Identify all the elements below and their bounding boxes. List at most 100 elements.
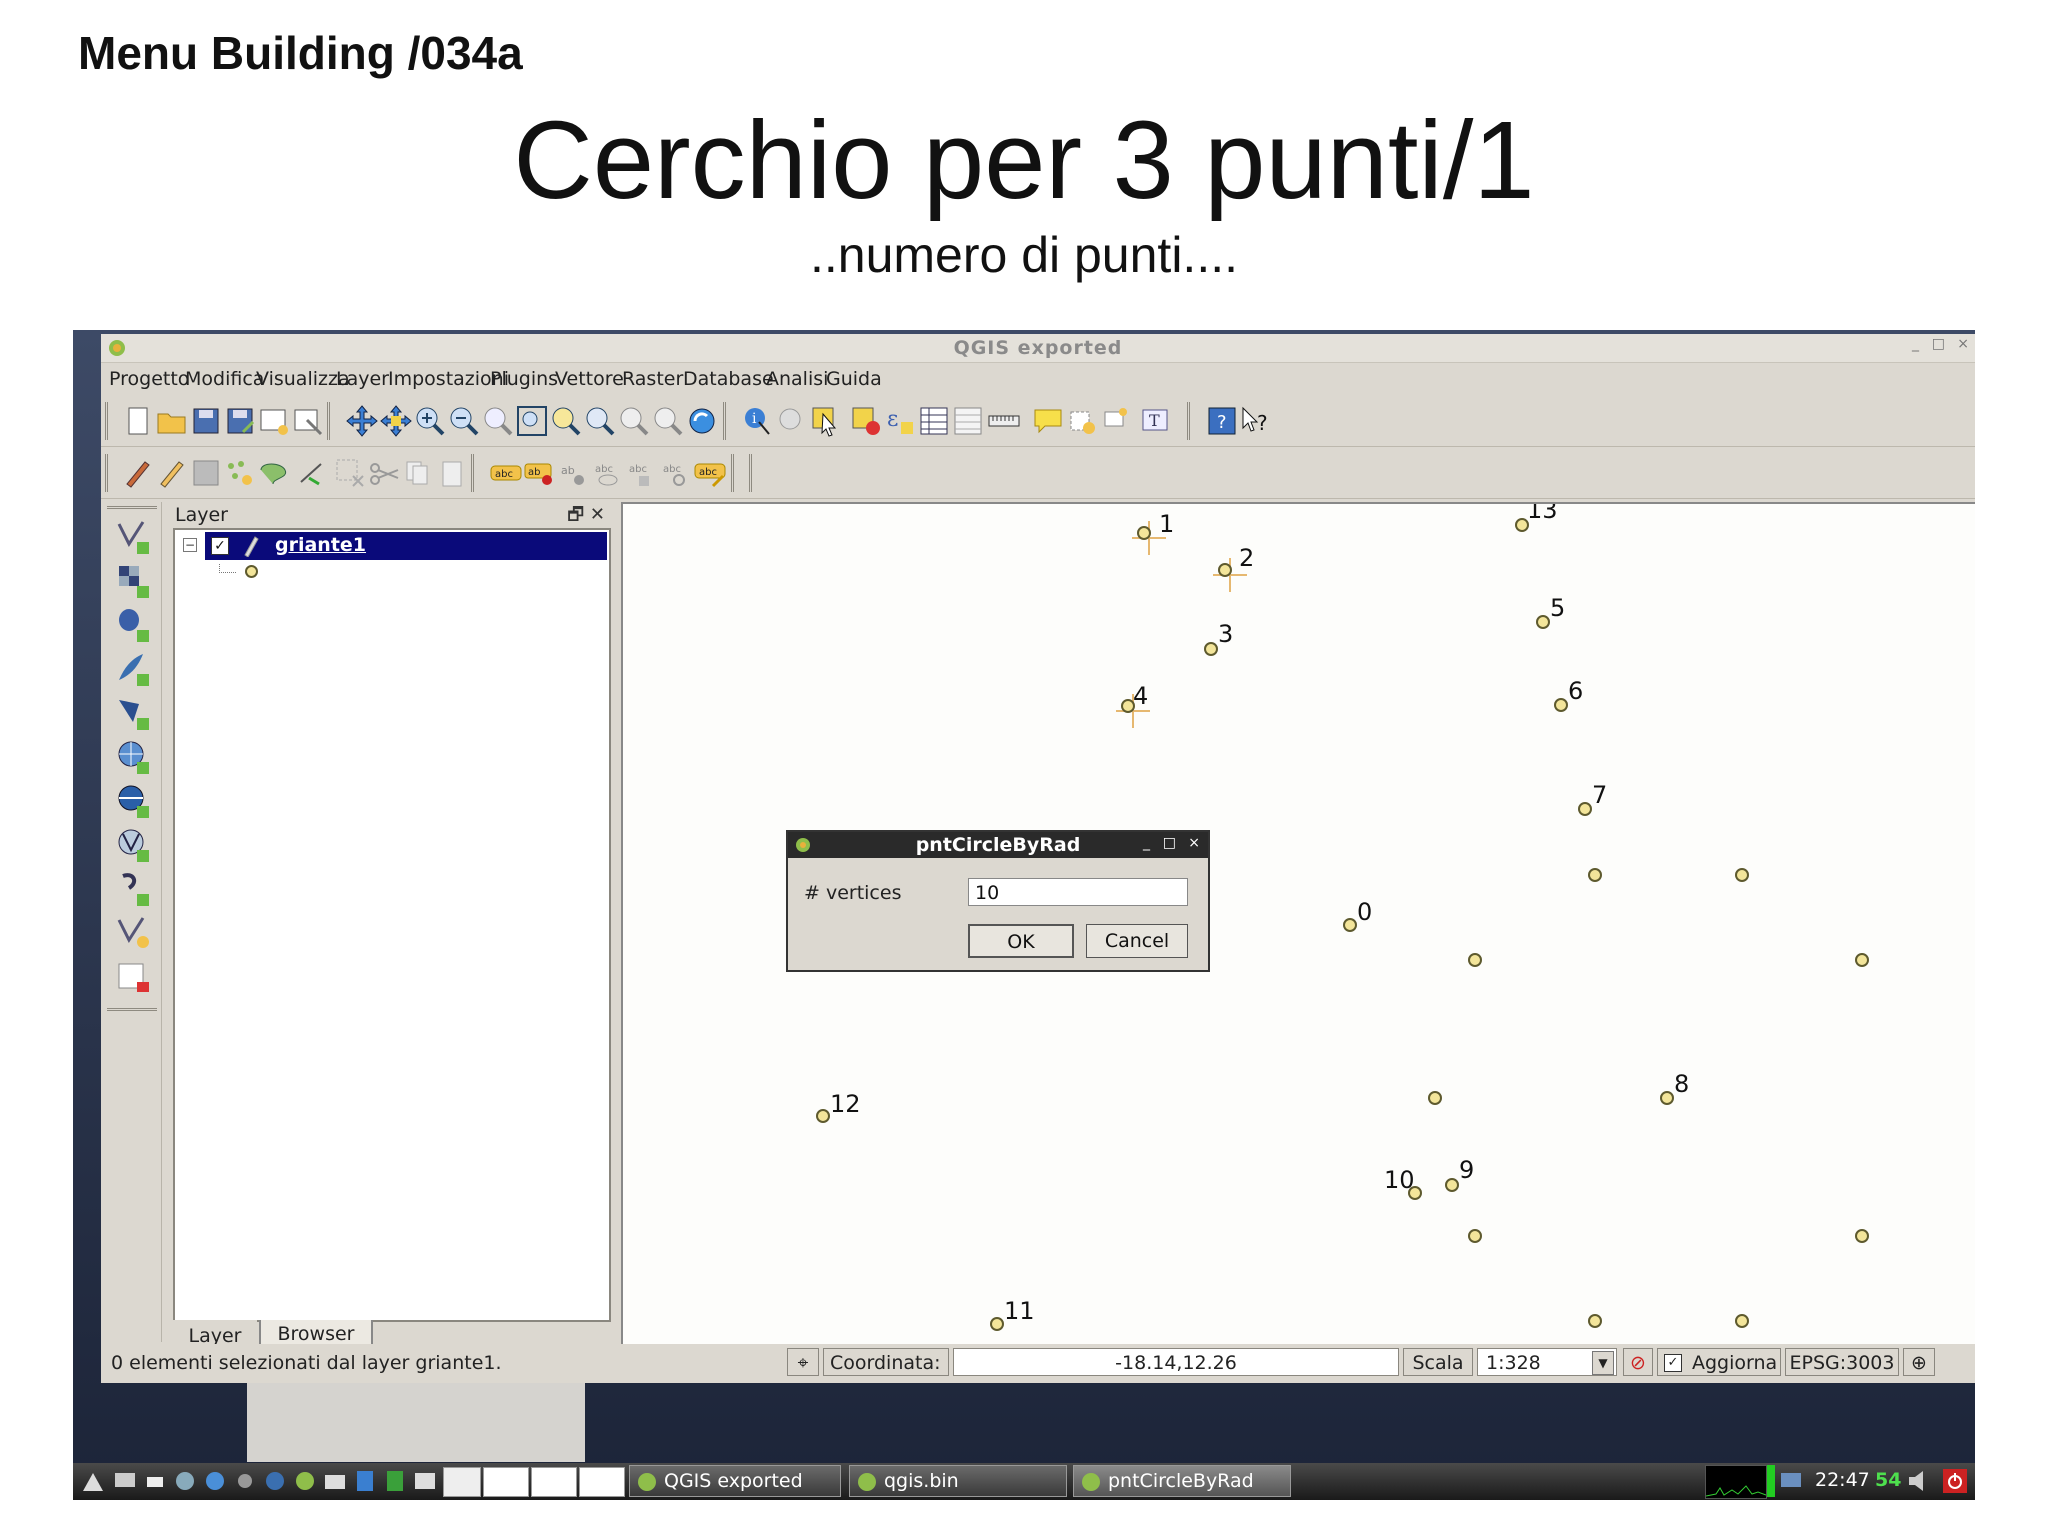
zoom-last-icon[interactable]	[617, 404, 651, 438]
cancel-button[interactable]: Cancel	[1086, 924, 1188, 958]
dialog-titlebar[interactable]: pntCircleByRad _ □ ×	[788, 832, 1208, 858]
map-point[interactable]	[1855, 1229, 1869, 1243]
map-point[interactable]	[1735, 868, 1749, 882]
dialog-maximize-button[interactable]: □	[1163, 835, 1176, 851]
paste-features-icon[interactable]	[435, 456, 469, 490]
map-point[interactable]	[1204, 642, 1218, 656]
workspace-4[interactable]	[579, 1467, 625, 1497]
add-feature-icon[interactable]	[223, 456, 257, 490]
pan-map-icon[interactable]	[345, 404, 379, 438]
toolbar-grip[interactable]	[107, 1008, 157, 1017]
menu-vettore[interactable]: Vettore	[555, 368, 624, 390]
measure-line-icon[interactable]	[987, 404, 1021, 438]
network-status-icon[interactable]	[1779, 1469, 1803, 1493]
crs-status[interactable]: EPSG:3003	[1785, 1348, 1899, 1376]
toolbar-grip[interactable]	[471, 454, 482, 492]
add-wfs-layer-icon[interactable]	[115, 826, 151, 862]
current-edits-icon[interactable]	[121, 456, 155, 490]
map-point[interactable]	[1660, 1091, 1674, 1105]
node-tool-icon[interactable]	[295, 456, 329, 490]
map-point[interactable]	[1554, 698, 1568, 712]
composer-manager-icon[interactable]	[291, 404, 325, 438]
zoom-next-icon[interactable]	[651, 404, 685, 438]
menu-raster[interactable]: Raster	[622, 368, 683, 390]
coordinate-toggle-icon[interactable]: ⌖	[787, 1348, 819, 1376]
map-point[interactable]	[1468, 953, 1482, 967]
deselect-features-icon[interactable]	[849, 404, 883, 438]
open-project-icon[interactable]	[155, 404, 189, 438]
toolbar-grip[interactable]	[723, 402, 734, 440]
toolbar-grip[interactable]	[105, 454, 116, 492]
menu-modifica[interactable]: Modifica	[185, 368, 264, 390]
pin-labels-icon[interactable]: ab	[523, 456, 557, 490]
add-postgis-layer-icon[interactable]	[115, 606, 151, 642]
save-project-icon[interactable]	[189, 404, 223, 438]
whats-this-icon[interactable]: ?	[1239, 404, 1273, 438]
app-launcher-icon[interactable]	[233, 1469, 257, 1493]
impress-icon[interactable]	[413, 1469, 437, 1493]
map-point[interactable]	[1855, 953, 1869, 967]
stop-render-icon[interactable]: ⊘	[1623, 1348, 1653, 1376]
ok-button[interactable]: OK	[968, 924, 1074, 958]
map-point[interactable]	[1588, 1314, 1602, 1328]
map-point[interactable]	[1578, 802, 1592, 816]
file-manager-icon[interactable]	[173, 1469, 197, 1493]
scale-select[interactable]: 1:328 ▼	[1477, 1348, 1617, 1376]
new-bookmark-icon[interactable]	[1065, 404, 1099, 438]
map-point[interactable]	[1735, 1314, 1749, 1328]
map-point[interactable]	[1428, 1091, 1442, 1105]
collapse-toggle-icon[interactable]: −	[183, 538, 197, 552]
workspace-1[interactable]	[443, 1467, 481, 1497]
clock[interactable]: 22:47	[1815, 1469, 1870, 1491]
add-delimited-text-layer-icon[interactable]	[115, 870, 151, 906]
menu-plugins[interactable]: Plugins	[490, 368, 558, 390]
rotate-label-icon[interactable]: abc	[659, 456, 693, 490]
power-icon[interactable]	[1943, 1469, 1967, 1493]
toolbar-grip[interactable]	[749, 454, 760, 492]
refresh-icon[interactable]	[685, 404, 719, 438]
move-label-icon[interactable]: abc	[625, 456, 659, 490]
start-menu-icon[interactable]	[81, 1469, 105, 1493]
writer-icon[interactable]	[353, 1469, 377, 1493]
move-feature-icon[interactable]	[257, 456, 291, 490]
close-button[interactable]: ×	[1957, 336, 1969, 352]
toolbar-grip[interactable]	[731, 454, 742, 492]
add-vector-layer-icon[interactable]	[115, 518, 151, 554]
save-layer-edits-icon[interactable]	[189, 456, 223, 490]
browser-icon[interactable]	[203, 1469, 227, 1493]
map-point[interactable]	[1536, 615, 1550, 629]
new-project-icon[interactable]	[121, 404, 155, 438]
select-features-icon[interactable]	[809, 404, 843, 438]
toggle-editing-icon[interactable]	[155, 456, 189, 490]
workspace-2[interactable]	[483, 1467, 529, 1497]
show-hide-labels-icon[interactable]: abc	[591, 456, 625, 490]
grass-launcher-icon[interactable]	[323, 1469, 347, 1493]
network-icon[interactable]	[263, 1469, 287, 1493]
refresh-checkbox[interactable]: ✓	[1664, 1354, 1682, 1372]
map-point[interactable]	[816, 1109, 830, 1123]
chevron-down-icon[interactable]: ▼	[1592, 1351, 1614, 1375]
toolbar-grip[interactable]	[1187, 402, 1198, 440]
zoom-in-icon[interactable]	[413, 404, 447, 438]
cut-features-icon[interactable]	[367, 456, 401, 490]
map-point[interactable]	[1445, 1178, 1459, 1192]
map-point[interactable]	[1343, 918, 1357, 932]
delete-selected-icon[interactable]	[333, 456, 367, 490]
show-desktop-icon[interactable]	[113, 1469, 137, 1493]
minimize-button[interactable]: _	[1912, 336, 1919, 352]
open-attribute-table-icon[interactable]	[917, 404, 951, 438]
select-by-expression-icon[interactable]: ε	[883, 404, 917, 438]
layer-visibility-checkbox[interactable]: ✓	[211, 537, 229, 555]
calc-icon[interactable]	[383, 1469, 407, 1493]
copy-features-icon[interactable]	[401, 456, 435, 490]
map-point[interactable]	[1468, 1229, 1482, 1243]
task-pntcirclebyrad[interactable]: pntCircleByRad	[1073, 1465, 1291, 1497]
projection-icon[interactable]: ⊕	[1903, 1348, 1935, 1376]
workspace-3[interactable]	[531, 1467, 577, 1497]
dialog-minimize-button[interactable]: _	[1143, 835, 1150, 851]
menu-guida[interactable]: Guida	[826, 368, 882, 390]
menu-analisi[interactable]: Analisi	[766, 368, 828, 390]
refresh-render-toggle[interactable]: ✓ Aggiorna	[1657, 1348, 1781, 1376]
layer-labeling-icon[interactable]: abc	[489, 456, 523, 490]
map-point[interactable]	[1218, 563, 1232, 577]
